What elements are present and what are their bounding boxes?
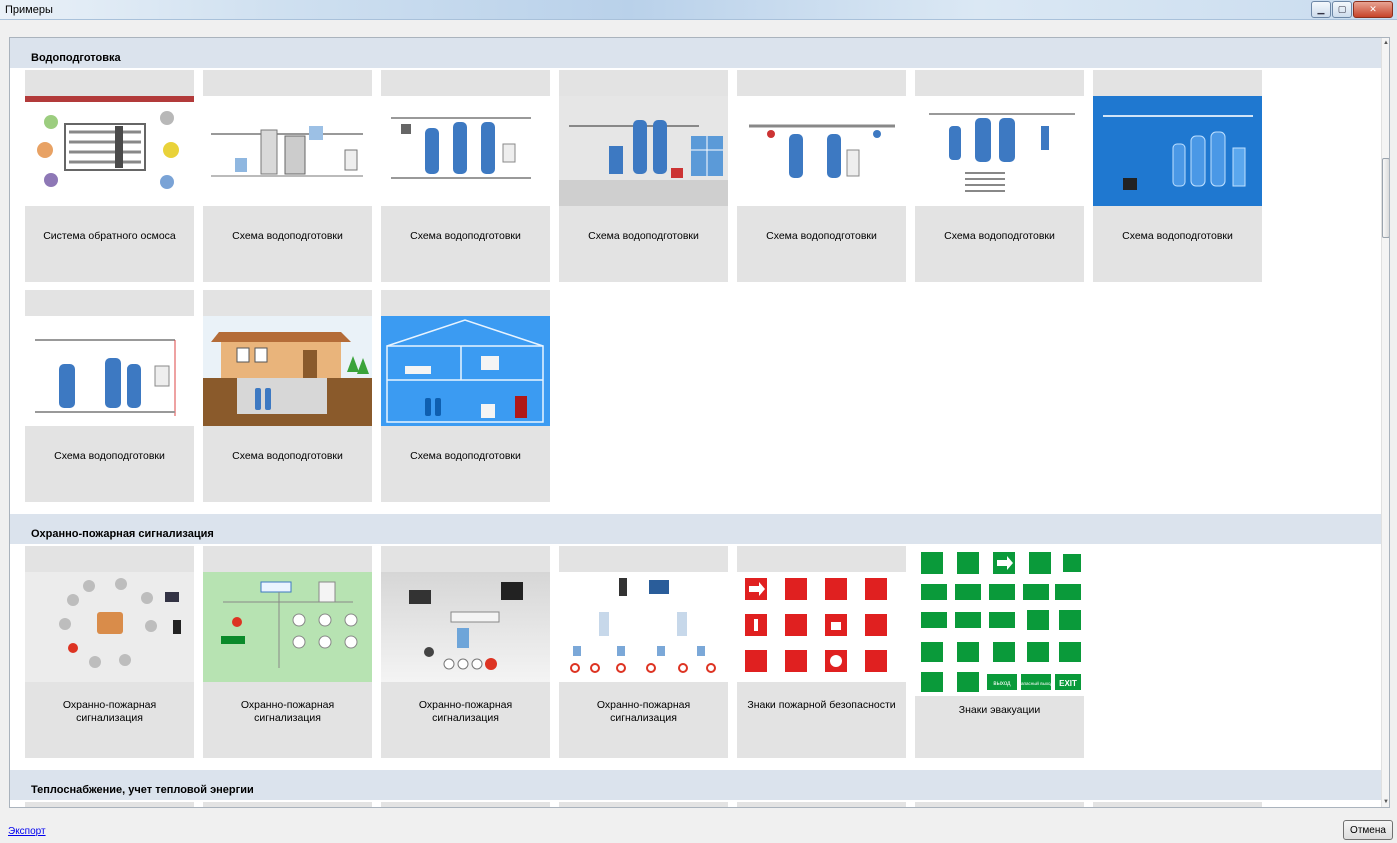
examples-scroll-area[interactable]: Водоподготовка Система обратного осмоса …: [9, 37, 1390, 808]
example-thumbnail: [381, 96, 550, 206]
example-card[interactable]: [1093, 802, 1262, 807]
example-card[interactable]: Охранно-пожарная сигнализация: [25, 546, 194, 758]
example-card[interactable]: Схема водоподготовки: [1093, 70, 1262, 282]
example-card[interactable]: Система обратного осмоса: [25, 70, 194, 282]
example-card-label: Охранно-пожарная сигнализация: [240, 699, 335, 724]
example-thumbnail: [737, 96, 906, 206]
card-row: Система обратного осмоса Схема водоподго…: [25, 70, 1382, 282]
example-thumbnail: [915, 96, 1084, 206]
example-thumbnail: [25, 316, 194, 426]
example-card-label: Охранно-пожарная сигнализация: [418, 699, 513, 724]
evac-sign-exit-ru: выход: [993, 681, 1011, 687]
example-thumbnail: [25, 572, 194, 682]
example-card-label: Система обратного осмоса: [43, 230, 176, 242]
example-thumbnail: [737, 572, 906, 682]
example-card-label: Знаки эвакуации: [958, 704, 1041, 716]
example-card[interactable]: [737, 802, 906, 807]
example-card[interactable]: выход запасный выход EXIT Знаки эвакуаци…: [915, 546, 1084, 758]
example-card-label: Схема водоподготовки: [588, 230, 699, 242]
example-thumbnail: [203, 96, 372, 206]
example-card[interactable]: Знаки пожарной безопасности: [737, 546, 906, 758]
example-card[interactable]: Схема водоподготовки: [737, 70, 906, 282]
window-controls: ▁ ▢ ✕: [1311, 1, 1393, 18]
example-thumbnail: [203, 316, 372, 426]
example-card[interactable]: [203, 802, 372, 807]
example-card-label: Схема водоподготовки: [410, 230, 521, 242]
window-titlebar: Примеры ▁ ▢ ✕: [0, 0, 1397, 20]
example-thumbnail: [381, 572, 550, 682]
example-card[interactable]: Охранно-пожарная сигнализация: [203, 546, 372, 758]
example-card-label: Знаки пожарной безопасности: [747, 699, 896, 711]
scroll-up-icon[interactable]: ▲: [1382, 38, 1389, 48]
evac-sign-emergency-exit-ru: запасный выход: [1019, 680, 1053, 686]
example-card[interactable]: [25, 802, 194, 807]
example-card-label: Схема водоподготовки: [944, 230, 1055, 242]
example-card[interactable]: [559, 802, 728, 807]
close-icon[interactable]: ✕: [1353, 1, 1393, 18]
section-grid-heating: [10, 800, 1382, 807]
window-title: Примеры: [5, 4, 53, 16]
example-thumbnail: [1093, 96, 1262, 206]
example-card[interactable]: Охранно-пожарная сигнализация: [381, 546, 550, 758]
example-card[interactable]: Схема водоподготовки: [559, 70, 728, 282]
example-thumbnail: [381, 316, 550, 426]
example-thumbnail: [25, 96, 194, 206]
evac-sign-exit-en: EXIT: [1059, 679, 1077, 688]
card-row: Охранно-пожарная сигнализация Охранно-по…: [25, 546, 1382, 758]
example-card-label: Схема водоподготовки: [766, 230, 877, 242]
example-card-label: Схема водоподготовки: [54, 450, 165, 462]
vertical-scrollbar[interactable]: ▲ ▼: [1381, 38, 1389, 807]
example-card-label: Схема водоподготовки: [1122, 230, 1233, 242]
example-card[interactable]: Схема водоподготовки: [25, 290, 194, 502]
maximize-icon[interactable]: ▢: [1332, 1, 1352, 18]
example-card[interactable]: [381, 802, 550, 807]
card-row: [25, 802, 1382, 807]
export-link[interactable]: Экспорт: [8, 826, 46, 837]
example-thumbnail: [559, 96, 728, 206]
example-card[interactable]: Схема водоподготовки: [381, 290, 550, 502]
minimize-icon[interactable]: ▁: [1311, 1, 1331, 18]
section-header-alarm: Охранно-пожарная сигнализация: [10, 514, 1382, 544]
scroll-down-icon[interactable]: ▼: [1382, 797, 1389, 807]
example-card[interactable]: Охранно-пожарная сигнализация: [559, 546, 728, 758]
example-card-label: Охранно-пожарная сигнализация: [62, 699, 157, 724]
example-thumbnail: выход запасный выход EXIT: [915, 546, 1084, 696]
example-card[interactable]: [915, 802, 1084, 807]
example-thumbnail: [559, 572, 728, 682]
section-grid-alarm: Охранно-пожарная сигнализация Охранно-по…: [10, 544, 1382, 770]
section-header-water: Водоподготовка: [10, 38, 1382, 68]
example-card[interactable]: Схема водоподготовки: [203, 70, 372, 282]
example-card[interactable]: Схема водоподготовки: [203, 290, 372, 502]
example-thumbnail: [203, 572, 372, 682]
section-grid-water: Система обратного осмоса Схема водоподго…: [10, 68, 1382, 514]
example-card-label: Охранно-пожарная сигнализация: [596, 699, 691, 724]
section-header-heating: Теплоснабжение, учет тепловой энергии: [10, 770, 1382, 800]
scrollbar-thumb[interactable]: [1382, 158, 1389, 238]
example-card[interactable]: Схема водоподготовки: [381, 70, 550, 282]
cancel-button[interactable]: Отмена: [1343, 820, 1393, 840]
example-card-label: Схема водоподготовки: [232, 230, 343, 242]
card-row: Схема водоподготовки Схема водоподготовк…: [25, 290, 1382, 502]
examples-content: Водоподготовка Система обратного осмоса …: [10, 38, 1382, 807]
example-card-label: Схема водоподготовки: [410, 450, 521, 462]
example-card[interactable]: Схема водоподготовки: [915, 70, 1084, 282]
example-card-label: Схема водоподготовки: [232, 450, 343, 462]
